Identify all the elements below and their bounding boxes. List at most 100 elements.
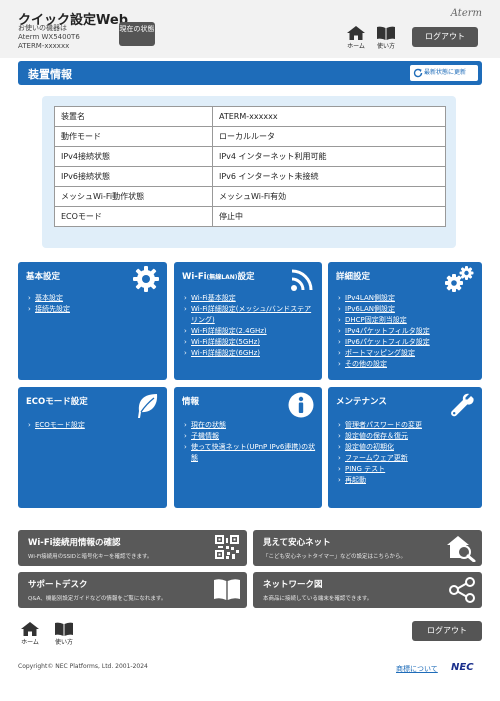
tile-title: メンテナンス [336,397,387,407]
maintenance-tile: メンテナンス 管理者パスワードの変更 設定値の保存＆復元 設定値の初期化 ファー… [328,387,482,508]
basic-settings-links: 基本設定 接続先設定 [28,293,70,315]
link-connection-settings[interactable]: 接続先設定 [28,304,70,315]
link-dhcp[interactable]: DHCP固定割当設定 [338,315,430,326]
link-eco-mode[interactable]: ECOモード設定 [28,420,85,431]
link-client-info[interactable]: 子機情報 [184,431,316,442]
feature-desc: Q&A、機能別設定ガイドなどの情報をご覧になれます。 [28,596,167,602]
book-icon [214,579,240,600]
link-wifi-2g[interactable]: Wi-Fi詳細設定(2.4GHz) [184,326,318,337]
tile-title: 情報 [182,397,200,407]
current-status-button[interactable]: 現在の状態 [119,22,155,46]
qr-code-icon [215,535,239,559]
link-admin-password[interactable]: 管理者パスワードの変更 [338,420,422,431]
nec-logo: NEC [451,662,474,673]
header: クイック設定Web お使いの機器は Aterm WX5400T6 ATERM-x… [0,0,500,58]
info-key: ECOモード [54,206,213,227]
link-ipv6-filter[interactable]: IPv6パケットフィルタ設定 [338,337,430,348]
help-button-bottom[interactable]: 使い方 [51,622,77,646]
link-ipv4-lan[interactable]: IPv4LAN側設定 [338,293,430,304]
copyright: Copyright© NEC Platforms, Ltd. 2001-2024 [18,663,148,670]
link-reboot[interactable]: 再起動 [338,475,422,486]
gears-icon [445,266,474,292]
tile-title: Wi-Fi(無線LAN)設定 [182,270,255,282]
link-wifi-mesh[interactable]: Wi-Fi詳細設定(メッシュ/バンドステアリング) [184,304,318,326]
link-factory-reset[interactable]: 設定値の初期化 [338,442,422,453]
link-backup-restore[interactable]: 設定値の保存＆復元 [338,431,422,442]
wifi-settings-tile: Wi-Fi(無線LAN)設定 Wi-Fi基本設定 Wi-Fi詳細設定(メッシュ/… [174,262,322,380]
link-other-settings[interactable]: その他の設定 [338,359,430,370]
feature-title: サポートデスク [28,580,88,590]
home-button[interactable]: ホーム [343,26,369,50]
table-row: IPv6接続状態 IPv6 インターネット未接続 [54,166,446,187]
tile-title: 基本設定 [26,272,61,282]
link-basic-settings[interactable]: 基本設定 [28,293,70,304]
link-ping-test[interactable]: PING テスト [338,464,422,475]
link-current-status[interactable]: 現在の状態 [184,420,316,431]
table-row: IPv4接続状態 IPv4 インターネット利用可能 [54,146,446,167]
link-upnp-ipv6[interactable]: 使って快適ネット(UPnP IPv6連携)の状態 [184,442,316,464]
home-button-bottom[interactable]: ホーム [17,622,43,646]
refresh-button[interactable]: 最新状態に更新 [410,65,478,81]
advanced-settings-tile: 詳細設定 IPv4LAN側設定 IPv6LAN側設定 DHCP固定割当設定 IP… [328,262,482,380]
aterm-logo: Aterm [450,8,482,19]
share-network-icon [449,577,475,603]
info-key: IPv6接続状態 [54,166,213,187]
network-map-button[interactable]: ネットワーク図 本商品に接続している端末を確認できます。 [253,572,482,608]
help-label: 使い方 [54,639,73,646]
wifi-settings-links: Wi-Fi基本設定 Wi-Fi詳細設定(メッシュ/バンドステアリング) Wi-F… [184,293,318,359]
tile-title: 詳細設定 [336,272,371,282]
feature-desc: 本商品に接続している端末を確認できます。 [263,596,373,602]
device-info-panel: 装置名 ATERM-xxxxxx 動作モード ローカルルータ IPv4接続状態 IPv… [42,96,456,248]
info-key: IPv4接続状態 [54,146,213,167]
leaf-icon [138,394,158,418]
home-icon [347,26,365,40]
logout-button-bottom[interactable]: ログアウト [412,621,482,641]
link-firmware-update[interactable]: ファームウェア更新 [338,453,422,464]
link-ipv6-lan[interactable]: IPv6LAN側設定 [338,304,430,315]
gear-icon [133,266,159,292]
info-value: ローカルルータ [212,126,446,147]
book-icon [377,26,395,40]
wifi-info-button[interactable]: Wi-Fi接続用情報の確認 Wi-Fi接続用のSSIDと暗号化キーを確認できます… [18,530,247,566]
maintenance-links: 管理者パスワードの変更 設定値の保存＆復元 設定値の初期化 ファームウェア更新 … [338,420,422,486]
table-row: メッシュWi-Fi動作状態 メッシュWi-Fi有効 [54,186,446,207]
table-row: ECOモード 停止中 [54,206,446,227]
refresh-icon [413,68,423,78]
link-wifi-5g[interactable]: Wi-Fi詳細設定(5GHz) [184,337,318,348]
link-wifi-6g[interactable]: Wi-Fi詳細設定(6GHz) [184,348,318,359]
home-icon [21,622,39,636]
information-links: 現在の状態 子機情報 使って快適ネット(UPnP IPv6連携)の状態 [184,420,316,464]
feature-desc: 「こども安心ネットタイマー」などの設定はこちらから。 [263,554,407,560]
advanced-settings-links: IPv4LAN側設定 IPv6LAN側設定 DHCP固定割当設定 IPv4パケッ… [338,293,430,370]
basic-settings-tile: 基本設定 基本設定 接続先設定 [18,262,167,380]
home-label: ホーム [347,43,365,50]
info-value: IPv4 インターネット利用可能 [212,146,446,167]
wifi-title-small: (無線LAN) [206,274,238,281]
trademark-link[interactable]: 商標について [396,664,438,674]
help-button[interactable]: 使い方 [373,26,399,50]
info-value: メッシュWi-Fi有効 [212,186,446,207]
tile-title: ECOモード設定 [26,397,88,407]
wifi-title-main: Wi-Fi [182,272,207,282]
information-tile: 情報 現在の状態 子機情報 使って快適ネット(UPnP IPv6連携)の状態 [174,387,322,508]
info-icon [288,392,314,418]
wifi-signal-icon [291,269,313,291]
wifi-title-suffix: 設定 [237,272,255,282]
link-wifi-basic[interactable]: Wi-Fi基本設定 [184,293,318,304]
logout-button-top[interactable]: ログアウト [412,27,478,47]
info-key: 動作モード [54,126,213,147]
refresh-label: 最新状態に更新 [424,69,467,76]
table-row: 装置名 ATERM-xxxxxx [54,106,446,127]
feature-desc: Wi-Fi接続用のSSIDと暗号化キーを確認できます。 [28,554,153,560]
help-label: 使い方 [376,43,395,50]
device-info-section-bar: 装置情報 最新状態に更新 [18,61,482,85]
support-desk-button[interactable]: サポートデスク Q&A、機能別設定ガイドなどの情報をご覧になれます。 [18,572,247,608]
link-port-mapping[interactable]: ポートマッピング設定 [338,348,430,359]
device-model: Aterm WX5400T6 [18,33,80,41]
table-row: 動作モード ローカルルータ [54,126,446,147]
eco-mode-tile: ECOモード設定 ECOモード設定 [18,387,167,508]
eco-mode-links: ECOモード設定 [28,420,85,431]
link-ipv4-filter[interactable]: IPv4パケットフィルタ設定 [338,326,430,337]
feature-title: 見えて安心ネット [263,538,331,548]
safety-net-button[interactable]: 見えて安心ネット 「こども安心ネットタイマー」などの設定はこちらから。 [253,530,482,566]
